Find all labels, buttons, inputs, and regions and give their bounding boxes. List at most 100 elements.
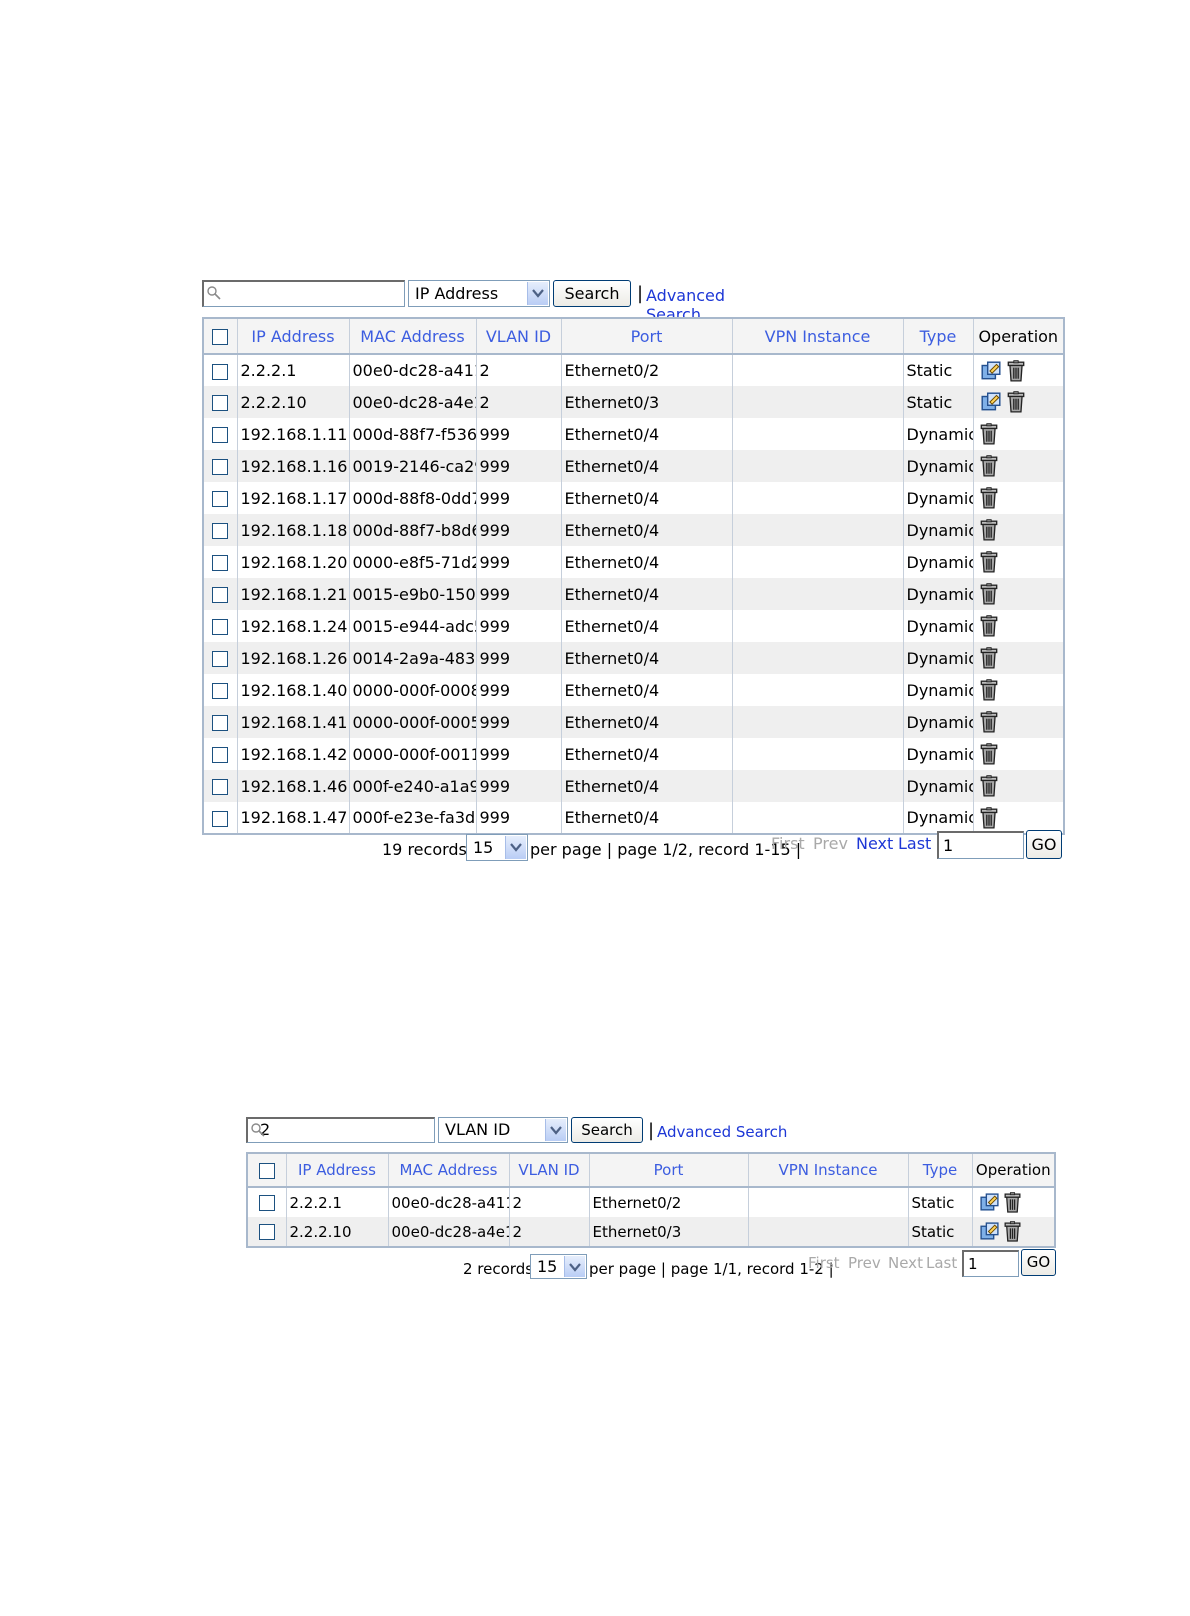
pagination: 19 records, 15 per page | page 1/2, reco…: [382, 830, 1082, 864]
column-header-mac[interactable]: MAC Address: [387, 1152, 510, 1188]
select-all-checkbox[interactable]: [258, 1162, 275, 1179]
column-header-mac[interactable]: MAC Address: [348, 317, 477, 355]
chevron-down-icon[interactable]: [564, 1256, 585, 1277]
delete-icon[interactable]: [1004, 1192, 1021, 1213]
cell-type: Dynamic: [902, 578, 974, 610]
per-page-select[interactable]: 15: [530, 1254, 587, 1279]
chevron-down-icon[interactable]: [527, 282, 548, 305]
search-button[interactable]: Search: [553, 280, 631, 307]
row-checkbox[interactable]: [212, 459, 229, 475]
row-checkbox[interactable]: [212, 395, 229, 411]
table-row: 2.2.2.10 00e0-dc28-a4e1 2 Ethernet0/3 Static: [246, 1217, 1056, 1247]
row-select-cell: [202, 610, 238, 642]
edit-icon[interactable]: [979, 1192, 1000, 1213]
row-select-cell: [202, 386, 238, 418]
delete-icon[interactable]: [1004, 1221, 1021, 1242]
delete-icon[interactable]: [980, 711, 998, 733]
cell-ip: 2.2.2.10: [236, 386, 350, 418]
per-page-select[interactable]: 15: [466, 834, 528, 861]
delete-icon[interactable]: [980, 487, 998, 509]
row-select-cell: [202, 578, 238, 610]
column-header-type[interactable]: Type: [902, 317, 974, 355]
cell-port: Ethernet0/4: [560, 482, 733, 514]
delete-icon[interactable]: [1007, 359, 1025, 382]
cell-mac: 000f-e23e-fa3d: [348, 802, 477, 834]
row-select-cell: [202, 514, 238, 546]
table-row: 2.2.2.1 00e0-dc28-a411 2 Ethernet0/2 Static: [246, 1187, 1056, 1217]
row-checkbox[interactable]: [212, 810, 229, 827]
row-checkbox[interactable]: [212, 715, 229, 731]
edit-icon[interactable]: [980, 391, 1002, 413]
delete-icon[interactable]: [980, 806, 998, 829]
advanced-search-link[interactable]: Advanced Search: [657, 1123, 787, 1141]
record-count: 2 records,: [463, 1260, 538, 1278]
page-info: per page | page 1/1, record 1-2 |: [589, 1260, 834, 1278]
row-checkbox[interactable]: [212, 587, 229, 603]
chevron-down-icon[interactable]: [545, 1119, 566, 1141]
page-number-input[interactable]: 1: [962, 1250, 1019, 1277]
delete-icon[interactable]: [980, 775, 998, 797]
table-header-row: IP Address MAC Address VLAN ID Port VPN …: [202, 317, 1065, 355]
delete-icon[interactable]: [980, 583, 998, 605]
next-page-link[interactable]: Next: [856, 834, 893, 853]
search-button[interactable]: Search: [571, 1117, 643, 1143]
row-checkbox[interactable]: [212, 491, 229, 507]
column-header-operation: Operation: [972, 317, 1065, 355]
delete-icon[interactable]: [980, 551, 998, 573]
row-checkbox[interactable]: [212, 427, 229, 443]
cell-ip: 192.168.1.11: [236, 418, 350, 450]
column-header-ip[interactable]: IP Address: [236, 317, 350, 355]
table-row: 192.168.1.47 000f-e23e-fa3d 999 Ethernet0/4…: [202, 802, 1065, 834]
delete-icon[interactable]: [980, 423, 998, 445]
cell-operation: [972, 418, 1065, 450]
delete-icon[interactable]: [980, 615, 998, 637]
edit-icon[interactable]: [979, 1221, 1000, 1242]
delete-icon[interactable]: [980, 455, 998, 477]
row-checkbox[interactable]: [212, 683, 229, 699]
row-checkbox[interactable]: [212, 523, 229, 539]
search-field-select[interactable]: IP Address: [408, 280, 550, 307]
cell-operation: [972, 642, 1065, 674]
delete-icon[interactable]: [980, 519, 998, 541]
chevron-down-icon[interactable]: [505, 836, 526, 859]
page-number-input[interactable]: 1: [937, 831, 1024, 859]
select-all-checkbox[interactable]: [212, 329, 229, 345]
cell-operation: [972, 706, 1065, 738]
delete-icon[interactable]: [1007, 391, 1025, 413]
row-checkbox[interactable]: [212, 779, 229, 795]
row-checkbox[interactable]: [212, 555, 229, 571]
search-field-select[interactable]: VLAN ID: [438, 1117, 568, 1143]
cell-operation: [972, 354, 1065, 386]
column-header-vlan[interactable]: VLAN ID: [508, 1152, 590, 1188]
column-header-vpn[interactable]: VPN Instance: [731, 317, 904, 355]
table-row: 192.168.1.17 000d-88f8-0dd7 999 Ethernet0/4…: [202, 482, 1065, 514]
cell-vlan: 999: [475, 706, 562, 738]
row-checkbox[interactable]: [212, 363, 229, 380]
search-input[interactable]: [202, 280, 405, 307]
column-header-port[interactable]: Port: [588, 1152, 749, 1188]
delete-icon[interactable]: [980, 679, 998, 701]
row-checkbox[interactable]: [212, 651, 229, 667]
go-button[interactable]: GO: [1021, 1249, 1056, 1276]
column-header-type[interactable]: Type: [907, 1152, 973, 1188]
column-header-vlan[interactable]: VLAN ID: [475, 317, 562, 355]
column-header-ip[interactable]: IP Address: [285, 1152, 389, 1188]
delete-icon[interactable]: [980, 647, 998, 669]
cell-operation: [972, 386, 1065, 418]
column-header-port[interactable]: Port: [560, 317, 733, 355]
cell-vlan: 999: [475, 514, 562, 546]
column-header-vpn[interactable]: VPN Instance: [747, 1152, 909, 1188]
row-select-cell: [202, 482, 238, 514]
last-page-link[interactable]: Last: [898, 834, 931, 853]
cell-type: Dynamic: [902, 450, 974, 482]
search-input[interactable]: 2: [246, 1117, 435, 1143]
table-row: 2.2.2.1 00e0-dc28-a411 2 Ethernet0/2 Static: [202, 354, 1065, 386]
edit-icon[interactable]: [980, 360, 1002, 382]
cell-operation: [972, 610, 1065, 642]
delete-icon[interactable]: [980, 743, 998, 765]
go-button[interactable]: GO: [1026, 830, 1062, 859]
row-checkbox[interactable]: [212, 747, 229, 763]
row-checkbox[interactable]: [258, 1224, 275, 1240]
row-checkbox[interactable]: [212, 619, 229, 635]
row-checkbox[interactable]: [258, 1195, 275, 1211]
